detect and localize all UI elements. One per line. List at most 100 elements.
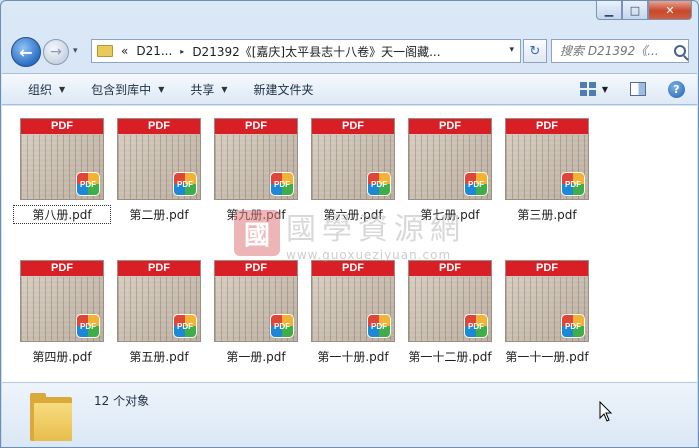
file-item[interactable]: PDF PDF 第四册.pdf [14, 256, 110, 366]
search-input[interactable] [560, 44, 672, 58]
pdf-app-icon: PDF [77, 315, 99, 337]
toolbar-right: ▼ ? [579, 74, 697, 104]
pdf-banner: PDF [118, 119, 200, 134]
caption-buttons: ▁ □ ✕ [596, 1, 692, 20]
address-bar[interactable]: « D21... ▸ D21392《[嘉庆]太平县志十八卷》天一阁藏... ▾ [91, 39, 521, 63]
explorer-window: ▁ □ ✕ ← → ▾ « D21... ▸ D21392《[嘉庆]太平县志十八… [0, 0, 699, 448]
organize-label: 组织 [28, 82, 53, 97]
chevron-down-icon: ▼ [59, 84, 66, 94]
refresh-button[interactable]: ↻ [523, 39, 547, 63]
pdf-thumbnail: PDF PDF [117, 118, 201, 200]
pdf-app-icon: PDF [465, 315, 487, 337]
include-in-library-button[interactable]: 包含到库中 ▼ [91, 81, 164, 98]
pdf-thumbnail: PDF PDF [20, 260, 104, 342]
file-name: 第五册.pdf [129, 350, 189, 364]
pdf-thumbnail: PDF PDF [20, 118, 104, 200]
pdf-banner: PDF [118, 261, 200, 276]
include-in-library-label: 包含到库中 [91, 82, 152, 97]
preview-pane-icon[interactable] [630, 82, 646, 96]
file-item[interactable]: PDF PDF 第一十册.pdf [305, 256, 401, 366]
pdf-thumbnail: PDF PDF [311, 118, 395, 200]
breadcrumb-item[interactable]: D21... [136, 44, 172, 58]
details-pane: 12 个对象 [2, 382, 697, 447]
back-button[interactable]: ← [11, 37, 41, 67]
organize-button[interactable]: 组织 ▼ [28, 81, 65, 98]
file-list: PDF PDF 第八册.pdf PDF PDF 第二册.pdf PDF PDF 第九册.pdf P… [2, 106, 697, 382]
chevron-down-icon: ▼ [158, 84, 165, 94]
breadcrumb-separator-icon[interactable]: ▸ [180, 47, 184, 56]
pdf-banner: PDF [215, 119, 297, 134]
object-count: 12 个对象 [94, 394, 150, 408]
file-item[interactable]: PDF PDF 第六册.pdf [305, 114, 401, 224]
minimize-button[interactable]: ▁ [596, 1, 622, 20]
folder-icon [97, 45, 113, 57]
pdf-banner: PDF [312, 261, 394, 276]
pdf-thumbnail: PDF PDF [408, 260, 492, 342]
forward-button[interactable]: → [43, 39, 69, 65]
search-box[interactable] [551, 39, 689, 63]
close-button[interactable]: ✕ [648, 1, 692, 20]
pdf-banner: PDF [215, 261, 297, 276]
maximize-button[interactable]: □ [622, 1, 648, 20]
new-folder-button[interactable]: 新建文件夹 [254, 81, 314, 98]
pdf-app-icon: PDF [174, 173, 196, 195]
file-name: 第一册.pdf [226, 350, 286, 364]
breadcrumb-item-current[interactable]: D21392《[嘉庆]太平县志十八卷》天一阁藏... [192, 43, 440, 60]
pdf-app-icon: PDF [562, 173, 584, 195]
pdf-app-icon: PDF [562, 315, 584, 337]
file-name: 第四册.pdf [32, 350, 92, 364]
recent-pages-dropdown[interactable]: ▾ [73, 46, 78, 56]
search-icon[interactable] [674, 45, 686, 57]
help-icon[interactable]: ? [668, 80, 685, 98]
file-name: 第一十二册.pdf [408, 350, 492, 364]
mouse-cursor-icon [599, 401, 613, 422]
file-item[interactable]: PDF PDF 第一册.pdf [208, 256, 304, 366]
pdf-banner: PDF [312, 119, 394, 134]
pdf-thumbnail: PDF PDF [117, 260, 201, 342]
file-name: 第一十册.pdf [317, 350, 389, 364]
file-item[interactable]: PDF PDF 第二册.pdf [111, 114, 207, 224]
pdf-app-icon: PDF [465, 173, 487, 195]
address-row: ← → ▾ « D21... ▸ D21392《[嘉庆]太平县志十八卷》天一阁藏… [11, 37, 689, 67]
pdf-banner: PDF [21, 261, 103, 276]
file-item[interactable]: PDF PDF 第七册.pdf [402, 114, 498, 224]
file-item[interactable]: PDF PDF 第三册.pdf [499, 114, 595, 224]
file-item[interactable]: PDF PDF 第八册.pdf [13, 114, 111, 224]
pdf-app-icon: PDF [368, 173, 390, 195]
file-name: 第九册.pdf [226, 208, 286, 222]
breadcrumb-overflow[interactable]: « [121, 44, 128, 58]
share-button[interactable]: 共享 ▼ [190, 81, 227, 98]
pdf-thumbnail: PDF PDF [505, 118, 589, 200]
folder-icon [30, 393, 72, 441]
file-name: 第六册.pdf [323, 208, 383, 222]
file-item[interactable]: PDF PDF 第九册.pdf [208, 114, 304, 224]
pdf-app-icon: PDF [271, 173, 293, 195]
new-folder-label: 新建文件夹 [253, 82, 314, 97]
pdf-thumbnail: PDF PDF [214, 260, 298, 342]
file-name: 第七册.pdf [420, 208, 480, 222]
change-view-icon[interactable] [579, 82, 596, 96]
pdf-thumbnail: PDF PDF [311, 260, 395, 342]
file-item[interactable]: PDF PDF 第五册.pdf [111, 256, 207, 366]
chevron-down-icon: ▼ [221, 84, 228, 94]
pdf-thumbnail: PDF PDF [408, 118, 492, 200]
pdf-app-icon: PDF [77, 173, 99, 195]
pdf-banner: PDF [409, 261, 491, 276]
view-dropdown-icon[interactable]: ▼ [602, 85, 608, 94]
pdf-app-icon: PDF [271, 315, 293, 337]
share-label: 共享 [190, 82, 215, 97]
pdf-thumbnail: PDF PDF [505, 260, 589, 342]
file-item[interactable]: PDF PDF 第一十一册.pdf [499, 256, 595, 366]
pdf-banner: PDF [506, 119, 588, 134]
command-bar: 组织 ▼ 包含到库中 ▼ 共享 ▼ 新建文件夹 ▼ ? [2, 73, 697, 105]
file-name: 第一十一册.pdf [505, 350, 589, 364]
pdf-banner: PDF [506, 261, 588, 276]
pdf-app-icon: PDF [174, 315, 196, 337]
file-name: 第八册.pdf [13, 205, 111, 224]
address-dropdown-icon[interactable]: ▾ [509, 45, 514, 55]
pdf-banner: PDF [21, 119, 103, 134]
pdf-app-icon: PDF [368, 315, 390, 337]
file-name: 第三册.pdf [517, 208, 577, 222]
file-item[interactable]: PDF PDF 第一十二册.pdf [402, 256, 498, 366]
pdf-banner: PDF [409, 119, 491, 134]
